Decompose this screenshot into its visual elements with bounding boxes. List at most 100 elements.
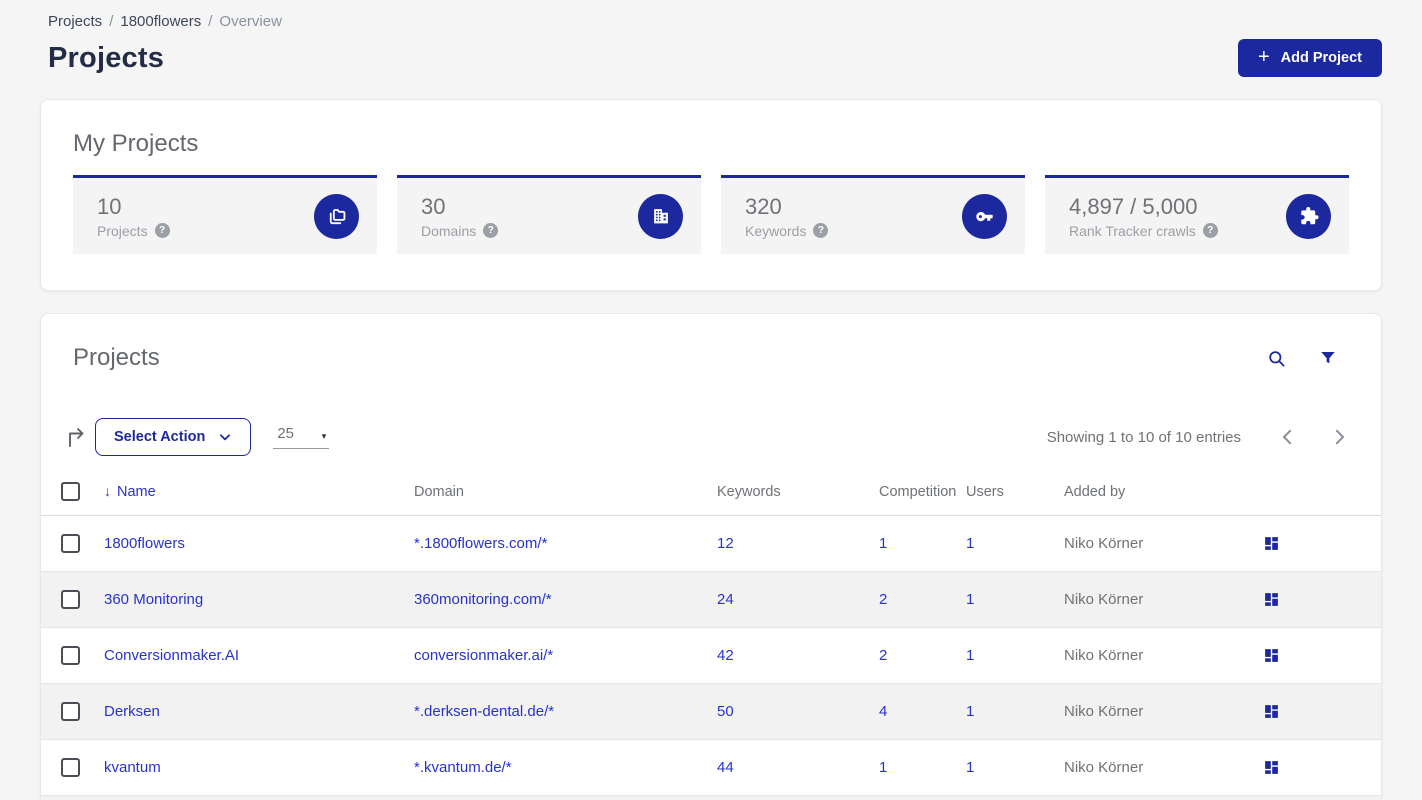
project-domain-link[interactable]: [414, 795, 717, 800]
projects-panel: Projects Select Action 25 ▾ Showing 1 to…: [40, 313, 1382, 800]
projects-panel-title: Projects: [73, 344, 160, 371]
folder-copy-icon: [314, 193, 359, 239]
project-domain-link[interactable]: conversionmaker.ai/*: [414, 627, 717, 684]
puzzle-icon: [1286, 193, 1331, 239]
table-row: [41, 795, 1381, 800]
project-keywords-value[interactable]: 12: [717, 515, 879, 572]
dashboard-icon[interactable]: [1263, 759, 1280, 776]
project-name-link[interactable]: [104, 795, 414, 800]
project-keywords-value[interactable]: 50: [717, 683, 879, 740]
project-keywords-value[interactable]: 24: [717, 571, 879, 628]
projects-table: ↓ Name Domain Keywords Competition Users …: [41, 474, 1381, 800]
project-domain-link[interactable]: *.1800flowers.com/*: [414, 515, 717, 572]
rank-tracker-count: 4,897 / 5,000: [1069, 193, 1198, 219]
stat-card-projects[interactable]: 10 Projects ?: [73, 175, 377, 254]
breadcrumb-1800flowers[interactable]: 1800flowers: [120, 13, 201, 30]
search-icon[interactable]: [1267, 349, 1286, 368]
project-name-link[interactable]: Derksen: [104, 683, 414, 740]
column-header-users[interactable]: Users: [966, 474, 1064, 516]
project-domain-link[interactable]: *.derksen-dental.de/*: [414, 683, 717, 740]
select-action-dropdown[interactable]: Select Action: [95, 418, 252, 456]
project-users-value[interactable]: 1: [966, 627, 1064, 684]
domains-count: 30: [421, 193, 446, 219]
help-icon[interactable]: ?: [1202, 223, 1218, 238]
row-checkbox[interactable]: [61, 534, 80, 553]
project-keywords-value[interactable]: [717, 795, 879, 800]
project-added-by: Niko Körner: [1064, 515, 1263, 572]
stat-card-keywords[interactable]: 320 Keywords ?: [721, 175, 1025, 254]
filter-icon[interactable]: [1319, 349, 1337, 367]
project-name-link[interactable]: kvantum: [104, 739, 414, 796]
project-users-value[interactable]: 1: [966, 739, 1064, 796]
project-keywords-value[interactable]: 42: [717, 627, 879, 684]
project-name-link[interactable]: 1800flowers: [104, 515, 414, 572]
table-row: Conversionmaker.AI conversionmaker.ai/* …: [41, 627, 1381, 684]
project-name-link[interactable]: 360 Monitoring: [104, 571, 414, 628]
project-users-value[interactable]: 1: [966, 571, 1064, 628]
project-keywords-value[interactable]: 44: [717, 739, 879, 796]
project-competition-value[interactable]: [879, 795, 966, 800]
breadcrumb-overview: Overview: [219, 13, 282, 30]
project-users-value[interactable]: 1: [966, 683, 1064, 740]
stat-card-rank-tracker[interactable]: 4,897 / 5,000 Rank Tracker crawls ?: [1045, 175, 1349, 254]
column-header-name[interactable]: ↓ Name: [104, 474, 414, 516]
row-checkbox[interactable]: [61, 758, 80, 777]
export-icon[interactable]: [65, 424, 89, 450]
table-row: 1800flowers *.1800flowers.com/* 12 1 1 N…: [41, 515, 1381, 572]
key-icon: [962, 193, 1007, 239]
help-icon[interactable]: ?: [483, 223, 499, 238]
table-row: Derksen *.derksen-dental.de/* 50 4 1 Nik…: [41, 683, 1381, 740]
dashboard-icon[interactable]: [1263, 703, 1280, 720]
next-page-icon[interactable]: [1334, 429, 1345, 445]
project-competition-value[interactable]: 1: [879, 515, 966, 572]
dashboard-icon[interactable]: [1263, 647, 1280, 664]
table-row: kvantum *.kvantum.de/* 44 1 1 Niko Körne…: [41, 739, 1381, 796]
project-added-by: Niko Körner: [1064, 683, 1263, 740]
dashboard-icon[interactable]: [1263, 591, 1280, 608]
building-icon: [638, 193, 683, 239]
column-header-added-by[interactable]: Added by: [1064, 474, 1263, 516]
row-checkbox[interactable]: [61, 590, 80, 609]
project-domain-link[interactable]: 360monitoring.com/*: [414, 571, 717, 628]
column-header-domain[interactable]: Domain: [414, 474, 717, 516]
table-row: 360 Monitoring 360monitoring.com/* 24 2 …: [41, 571, 1381, 628]
help-icon[interactable]: ?: [813, 223, 829, 238]
breadcrumb-separator: /: [109, 13, 114, 30]
plus-icon: +: [1257, 46, 1270, 68]
project-users-value[interactable]: [966, 795, 1064, 800]
select-action-label: Select Action: [114, 429, 206, 445]
row-checkbox[interactable]: [61, 646, 80, 665]
project-added-by: Niko Körner: [1064, 571, 1263, 628]
previous-page-icon[interactable]: [1282, 429, 1293, 445]
help-icon[interactable]: ?: [154, 223, 170, 238]
project-added-by: Niko Körner: [1064, 627, 1263, 684]
project-competition-value[interactable]: 2: [879, 627, 966, 684]
project-competition-value[interactable]: 1: [879, 739, 966, 796]
project-added-by: [1064, 795, 1263, 800]
row-checkbox[interactable]: [61, 702, 80, 721]
project-domain-link[interactable]: *.kvantum.de/*: [414, 739, 717, 796]
page-size-select[interactable]: 25 ▾: [273, 425, 330, 449]
select-all-checkbox[interactable]: [61, 482, 80, 501]
page-title: Projects: [48, 41, 165, 74]
project-name-link[interactable]: Conversionmaker.AI: [104, 627, 414, 684]
breadcrumb-separator: /: [208, 13, 213, 30]
project-users-value[interactable]: 1: [966, 515, 1064, 572]
projects-count: 10: [97, 193, 122, 219]
dashboard-icon[interactable]: [1263, 535, 1280, 552]
column-header-competition[interactable]: Competition: [879, 474, 966, 516]
keywords-count: 320: [745, 193, 782, 219]
page-size-value: 25: [277, 425, 295, 442]
domains-label: Domains: [421, 222, 477, 239]
column-header-keywords[interactable]: Keywords: [717, 474, 879, 516]
stat-card-domains[interactable]: 30 Domains ?: [397, 175, 701, 254]
project-added-by: Niko Körner: [1064, 739, 1263, 796]
chevron-down-icon: [220, 434, 231, 441]
my-projects-title: My Projects: [73, 130, 199, 157]
breadcrumb-projects[interactable]: Projects: [48, 13, 102, 30]
add-project-button[interactable]: + Add Project: [1237, 39, 1382, 77]
rank-tracker-label: Rank Tracker crawls: [1069, 222, 1196, 239]
showing-entries-text: Showing 1 to 10 of 10 entries: [1046, 428, 1241, 446]
project-competition-value[interactable]: 2: [879, 571, 966, 628]
project-competition-value[interactable]: 4: [879, 683, 966, 740]
